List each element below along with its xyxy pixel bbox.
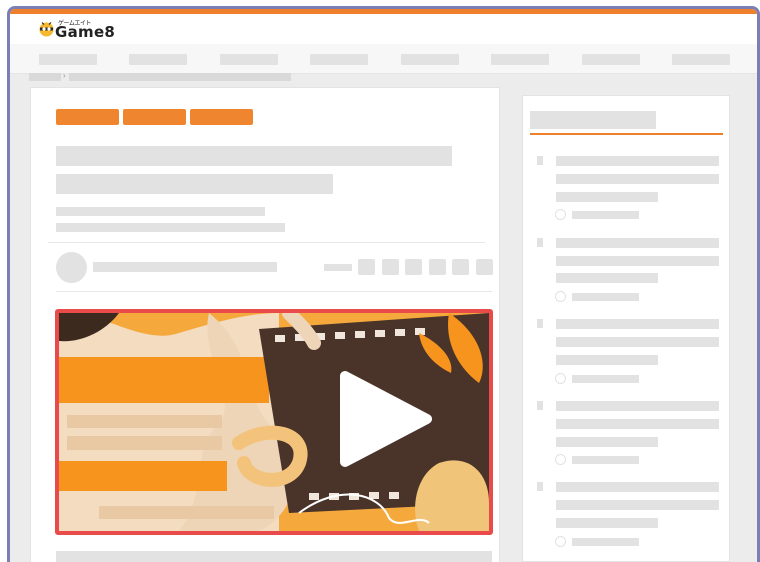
nav-item[interactable]	[129, 54, 187, 65]
sidebar-item-title[interactable]	[556, 273, 658, 283]
site-logo[interactable]: ゲームエイト Game8	[39, 21, 115, 41]
breadcrumb-home[interactable]	[29, 73, 61, 81]
sidebar-item-date	[572, 293, 639, 301]
sidebar-item-title[interactable]	[556, 500, 719, 510]
breadcrumb-path[interactable]	[69, 73, 291, 81]
list-bullet-icon	[537, 156, 543, 165]
nav-item[interactable]	[582, 54, 640, 65]
breadcrumb-separator-icon: ›	[63, 71, 66, 80]
nav-item[interactable]	[39, 54, 97, 65]
sidebar-item-title[interactable]	[556, 192, 658, 202]
mascot-icon	[39, 22, 54, 37]
sidebar-item-title[interactable]	[556, 419, 719, 429]
sidebar-item-title[interactable]	[556, 319, 719, 329]
share-button[interactable]	[476, 259, 493, 275]
sidebar-item-date	[572, 375, 639, 383]
category-tag[interactable]	[123, 109, 186, 125]
sidebar-heading-rule	[530, 133, 723, 135]
sidebar-item-title[interactable]	[556, 482, 719, 492]
sidebar-item-title[interactable]	[556, 437, 658, 447]
author-avatar[interactable]	[56, 252, 87, 283]
site-header: ゲームエイト Game8	[10, 14, 757, 44]
clock-icon	[555, 373, 566, 384]
sidebar-item-date	[572, 211, 639, 219]
sidebar-item-title[interactable]	[556, 337, 719, 347]
list-bullet-icon	[537, 482, 543, 491]
share-button[interactable]	[405, 259, 422, 275]
article-title-line	[56, 146, 452, 166]
nav-item[interactable]	[310, 54, 368, 65]
share-label	[324, 264, 352, 271]
sidebar-item-title[interactable]	[556, 238, 719, 248]
share-button[interactable]	[429, 259, 446, 275]
sidebar-item-title[interactable]	[556, 518, 658, 528]
sidebar-item-title[interactable]	[556, 355, 658, 365]
list-bullet-icon	[537, 238, 543, 247]
main-navigation	[10, 44, 757, 74]
clock-icon	[555, 536, 566, 547]
article-meta-line	[56, 223, 285, 232]
nav-item[interactable]	[220, 54, 278, 65]
divider	[56, 291, 492, 292]
list-bullet-icon	[537, 319, 543, 328]
nav-item[interactable]	[401, 54, 459, 65]
nav-item[interactable]	[672, 54, 730, 65]
nav-item[interactable]	[491, 54, 549, 65]
clock-icon	[555, 454, 566, 465]
share-button[interactable]	[382, 259, 399, 275]
author-name[interactable]	[93, 262, 277, 272]
divider	[48, 242, 485, 243]
sidebar-item-title[interactable]	[556, 174, 719, 184]
sidebar-item-date	[572, 538, 639, 546]
category-tag[interactable]	[56, 109, 119, 125]
share-button[interactable]	[358, 259, 375, 275]
list-bullet-icon	[537, 401, 543, 410]
article-body-line	[56, 551, 492, 562]
sidebar-item-date	[572, 456, 639, 464]
sidebar-item-title[interactable]	[556, 156, 719, 166]
category-tag[interactable]	[190, 109, 253, 125]
sidebar-item-title[interactable]	[556, 401, 719, 411]
clock-icon	[555, 291, 566, 302]
clock-icon	[555, 209, 566, 220]
article-meta-line	[56, 207, 265, 216]
share-button[interactable]	[452, 259, 469, 275]
video-player[interactable]	[55, 309, 493, 535]
sidebar-item-title[interactable]	[556, 256, 719, 266]
sidebar-heading	[530, 111, 656, 129]
logo-katakana: ゲームエイト	[58, 21, 91, 27]
video-thumbnail	[59, 313, 489, 531]
article-title-line	[56, 174, 333, 194]
